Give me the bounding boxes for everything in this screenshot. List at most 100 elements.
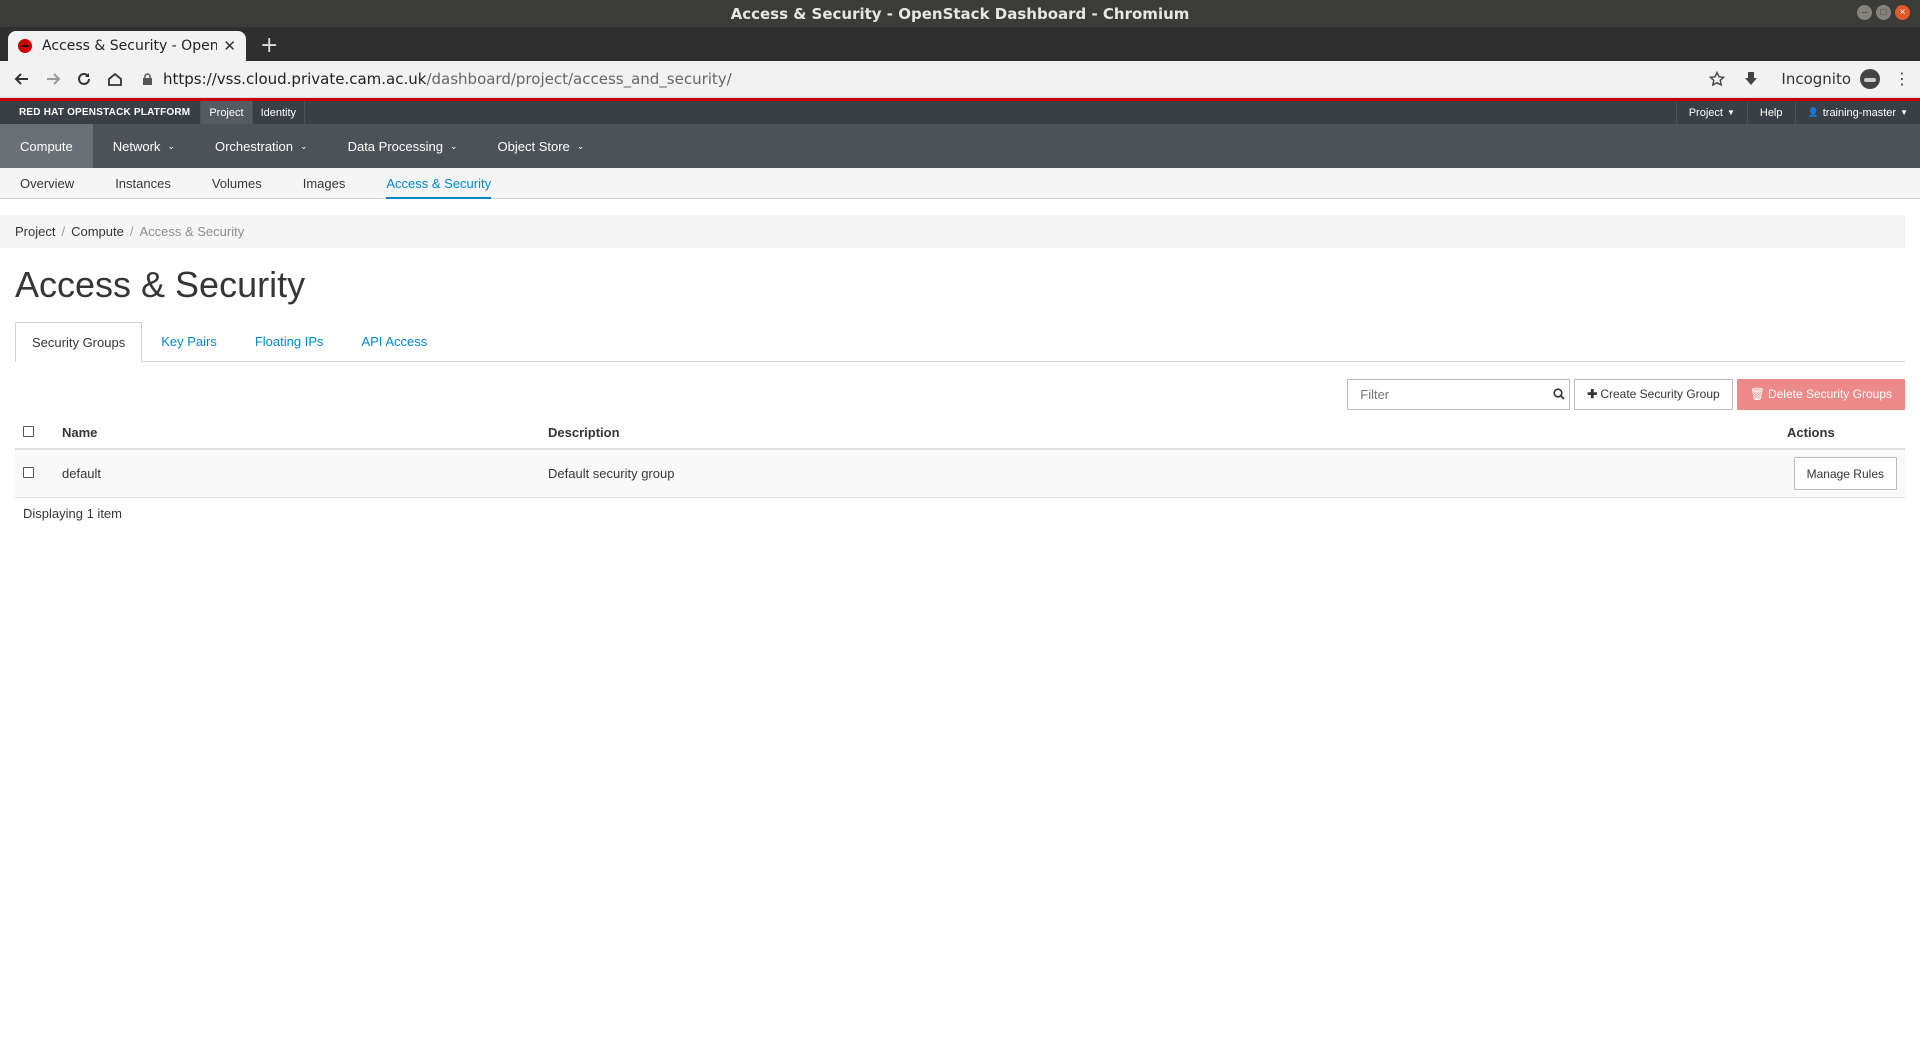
browser-tab[interactable]: Access & Security - OpenStack Dashboard …: [8, 31, 246, 61]
maximize-icon[interactable]: □: [1876, 5, 1891, 20]
minimize-icon[interactable]: –: [1857, 5, 1872, 20]
breadcrumb-separator: /: [129, 224, 134, 239]
select-all-cell: [15, 416, 54, 450]
reload-icon[interactable]: [75, 70, 93, 88]
create-security-group-label: Create Security Group: [1600, 387, 1720, 401]
filter-box: [1347, 378, 1571, 410]
incognito-indicator[interactable]: Incognito: [1781, 69, 1880, 89]
home-icon[interactable]: [106, 70, 124, 88]
create-security-group-button[interactable]: ✚ Create Security Group: [1574, 378, 1733, 410]
chevron-down-icon: ⌄: [300, 140, 308, 151]
breadcrumb-compute[interactable]: Compute: [71, 224, 124, 239]
lock-icon: [143, 72, 152, 85]
bookmark-star-icon[interactable]: [1709, 71, 1726, 87]
project-switcher[interactable]: Project ▼: [1675, 101, 1747, 124]
topnav-project[interactable]: Project: [200, 101, 252, 124]
delete-security-groups-label: Delete Security Groups: [1767, 387, 1892, 401]
brand-logo[interactable]: RED HAT OPENSTACK PLATFORM: [0, 101, 200, 124]
window-title-bar: Access & Security - OpenStack Dashboard …: [0, 0, 1920, 27]
nav-orchestration[interactable]: Orchestration ⌄: [195, 124, 328, 168]
download-icon[interactable]: [1743, 71, 1759, 87]
tab-security-groups[interactable]: Security Groups: [15, 322, 143, 362]
trash-icon: 🗑: [1749, 387, 1765, 401]
browser-tab-strip: Access & Security - OpenStack Dashboard …: [0, 27, 1920, 61]
subnav-access-security[interactable]: Access & Security: [374, 168, 503, 199]
nav-data-processing-label: Data Processing: [347, 138, 443, 154]
openstack-top-bar: RED HAT OPENSTACK PLATFORM Project Ident…: [0, 101, 1920, 124]
chevron-down-icon: ⌄: [167, 140, 175, 151]
chevron-down-icon: ▼: [1900, 108, 1908, 117]
breadcrumb: Project / Compute / Access & Security: [0, 215, 1905, 248]
breadcrumb-project[interactable]: Project: [15, 224, 55, 239]
tab-api-access[interactable]: API Access: [343, 322, 447, 361]
browser-toolbar-right: Incognito ⋮: [1691, 61, 1910, 97]
menu-kebab-icon[interactable]: ⋮: [1894, 69, 1910, 89]
topnav-identity[interactable]: Identity: [251, 101, 306, 124]
chevron-down-icon: ▼: [1726, 108, 1735, 117]
table-row: default Default security group Manage Ru…: [15, 449, 1905, 498]
table-footer-count: Displaying 1 item: [23, 506, 122, 521]
url-path: /dashboard/project/access_and_security/: [426, 70, 732, 88]
row-name: default: [54, 449, 540, 498]
row-actions-cell: Manage Rules: [1779, 449, 1905, 498]
manage-rules-button[interactable]: Manage Rules: [1793, 457, 1897, 490]
subnav-volumes[interactable]: Volumes: [200, 168, 274, 198]
delete-security-groups-button[interactable]: 🗑 Delete Security Groups: [1736, 378, 1905, 410]
close-tab-icon[interactable]: ✕: [223, 37, 236, 55]
url-host: https://vss.cloud.private.cam.ac.uk: [163, 70, 427, 88]
main-content: Project / Compute / Access & Security Ac…: [0, 215, 1920, 529]
security-groups-table: Name Description Actions default Default…: [15, 416, 1905, 498]
page-title: Access & Security: [15, 264, 306, 305]
table-header-row: Name Description Actions: [15, 416, 1905, 450]
subnav-instances[interactable]: Instances: [103, 168, 183, 198]
secondary-nav: Overview Instances Volumes Images Access…: [0, 168, 1920, 199]
nav-object-store[interactable]: Object Store ⌄: [478, 124, 605, 168]
incognito-icon: [1860, 69, 1880, 89]
chevron-down-icon: ⌄: [576, 140, 585, 151]
plus-icon: ✚: [1587, 387, 1598, 401]
incognito-label: Incognito: [1781, 70, 1851, 88]
column-header-actions: Actions: [1779, 416, 1905, 450]
forward-icon[interactable]: [44, 70, 62, 88]
nav-data-processing[interactable]: Data Processing ⌄: [328, 124, 478, 168]
address-bar: https://vss.cloud.private.cam.ac.uk/dash…: [0, 61, 1920, 98]
row-checkbox-cell: [15, 449, 54, 498]
nav-compute-label: Compute: [20, 138, 73, 154]
nav-orchestration-label: Orchestration: [214, 138, 294, 154]
primary-nav: Compute Network ⌄ Orchestration ⌄ Data P…: [0, 124, 1920, 168]
chevron-down-icon: ⌄: [449, 140, 458, 151]
select-all-checkbox[interactable]: [23, 425, 34, 437]
row-description: Default security group: [540, 449, 1779, 498]
url-field[interactable]: https://vss.cloud.private.cam.ac.uk/dash…: [142, 70, 732, 88]
tab-floating-ips[interactable]: Floating IPs: [236, 322, 343, 361]
window-controls: – □ ×: [1857, 5, 1910, 20]
close-window-icon[interactable]: ×: [1895, 5, 1910, 20]
nav-object-store-label: Object Store: [497, 138, 570, 154]
user-name: training-master: [1822, 106, 1897, 119]
help-link[interactable]: Help: [1746, 101, 1795, 124]
back-icon[interactable]: [13, 70, 31, 88]
top-right-menu: Project ▼ Help 👤 training-master ▼: [1675, 101, 1920, 124]
column-header-description[interactable]: Description: [540, 416, 1779, 450]
nav-network[interactable]: Network ⌄: [93, 124, 195, 168]
subnav-images[interactable]: Images: [291, 168, 358, 198]
content-tabs: Security Groups Key Pairs Floating IPs A…: [15, 322, 1905, 362]
project-switcher-label: Project: [1688, 106, 1723, 119]
nav-compute[interactable]: Compute: [0, 124, 93, 168]
redhat-favicon-icon: [18, 39, 32, 53]
search-icon[interactable]: [1548, 380, 1569, 409]
row-checkbox[interactable]: [23, 467, 34, 478]
tab-key-pairs[interactable]: Key Pairs: [142, 322, 236, 361]
new-tab-icon[interactable]: +: [260, 33, 278, 58]
breadcrumb-current: Access & Security: [139, 224, 245, 239]
filter-input[interactable]: [1348, 379, 1549, 409]
table-actions: ✚ Create Security Group 🗑 Delete Securit…: [15, 372, 1905, 416]
column-header-name[interactable]: Name: [54, 416, 540, 450]
browser-tab-title: Access & Security - OpenStack Dashboard: [42, 38, 217, 54]
user-menu[interactable]: 👤 training-master ▼: [1794, 101, 1920, 124]
nav-network-label: Network: [112, 138, 161, 154]
user-icon: 👤: [1807, 107, 1819, 117]
breadcrumb-separator: /: [61, 224, 66, 239]
subnav-overview[interactable]: Overview: [8, 168, 86, 198]
window-title: Access & Security - OpenStack Dashboard …: [730, 4, 1190, 23]
